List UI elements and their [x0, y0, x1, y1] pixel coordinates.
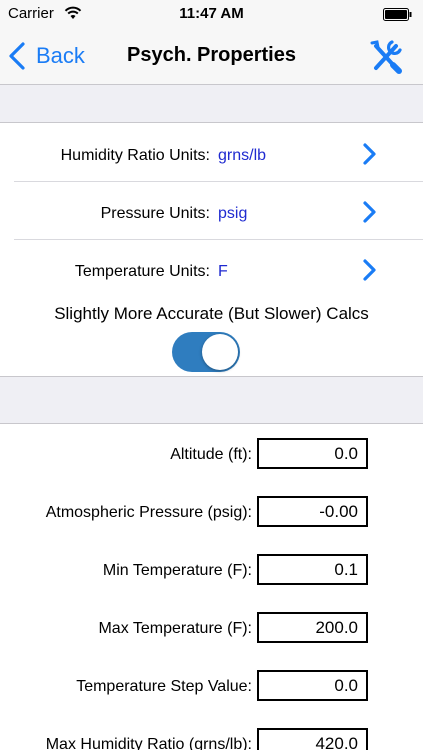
humidity-ratio-units-value: grns/lb [218, 147, 267, 164]
temperature-units-label: Temperature Units: [74, 263, 210, 280]
tools-icon[interactable] [368, 38, 404, 74]
min-temperature-label: Min Temperature (F): [102, 562, 252, 579]
max-temperature-row: Max Temperature (F): [0, 599, 423, 657]
atmospheric-pressure-row: Atmospheric Pressure (psig): [0, 483, 423, 541]
altitude-row: Altitude (ft): [0, 425, 423, 483]
temperature-step-label: Temperature Step Value: [76, 678, 252, 695]
max-humidity-ratio-row: Max Humidity Ratio (grns/lb): [0, 715, 423, 750]
status-time: 11:47 AM [179, 5, 244, 22]
temperature-units-value: F [218, 263, 228, 280]
navigation-bar: Back Psych. Properties [0, 28, 423, 85]
section-spacer [0, 376, 423, 424]
status-bar: Carrier 11:47 AM [0, 0, 423, 28]
temperature-units-row[interactable]: Temperature Units: F [0, 240, 423, 298]
accuracy-toggle-switch[interactable] [172, 332, 240, 372]
max-humidity-ratio-input[interactable] [257, 728, 368, 750]
humidity-ratio-units-label: Humidity Ratio Units: [60, 147, 210, 164]
pressure-units-row[interactable]: Pressure Units: psig [0, 182, 423, 240]
atmospheric-pressure-label: Atmospheric Pressure (psig): [45, 504, 252, 521]
altitude-input[interactable] [257, 438, 368, 469]
chevron-right-icon [363, 143, 376, 165]
max-temperature-label: Max Temperature (F): [98, 620, 252, 637]
min-temperature-input[interactable] [257, 554, 368, 585]
pressure-units-label: Pressure Units: [100, 205, 210, 222]
max-humidity-ratio-label: Max Humidity Ratio (grns/lb): [45, 736, 252, 750]
min-temperature-row: Min Temperature (F): [0, 541, 423, 599]
page-title: Psych. Properties [127, 44, 296, 66]
atmospheric-pressure-input[interactable] [257, 496, 368, 527]
chevron-right-icon [363, 201, 376, 223]
toggle-knob [202, 334, 238, 370]
chevron-right-icon [363, 259, 376, 281]
battery-icon [383, 8, 412, 21]
humidity-ratio-units-row[interactable]: Humidity Ratio Units: grns/lb [0, 124, 423, 182]
section-spacer [0, 85, 423, 123]
temperature-step-row: Temperature Step Value: [0, 657, 423, 715]
accuracy-toggle-label: Slightly More Accurate (But Slower) Calc… [54, 304, 369, 323]
altitude-label: Altitude (ft): [170, 446, 252, 463]
max-temperature-input[interactable] [257, 612, 368, 643]
pressure-units-value: psig [218, 205, 248, 222]
temperature-step-input[interactable] [257, 670, 368, 701]
